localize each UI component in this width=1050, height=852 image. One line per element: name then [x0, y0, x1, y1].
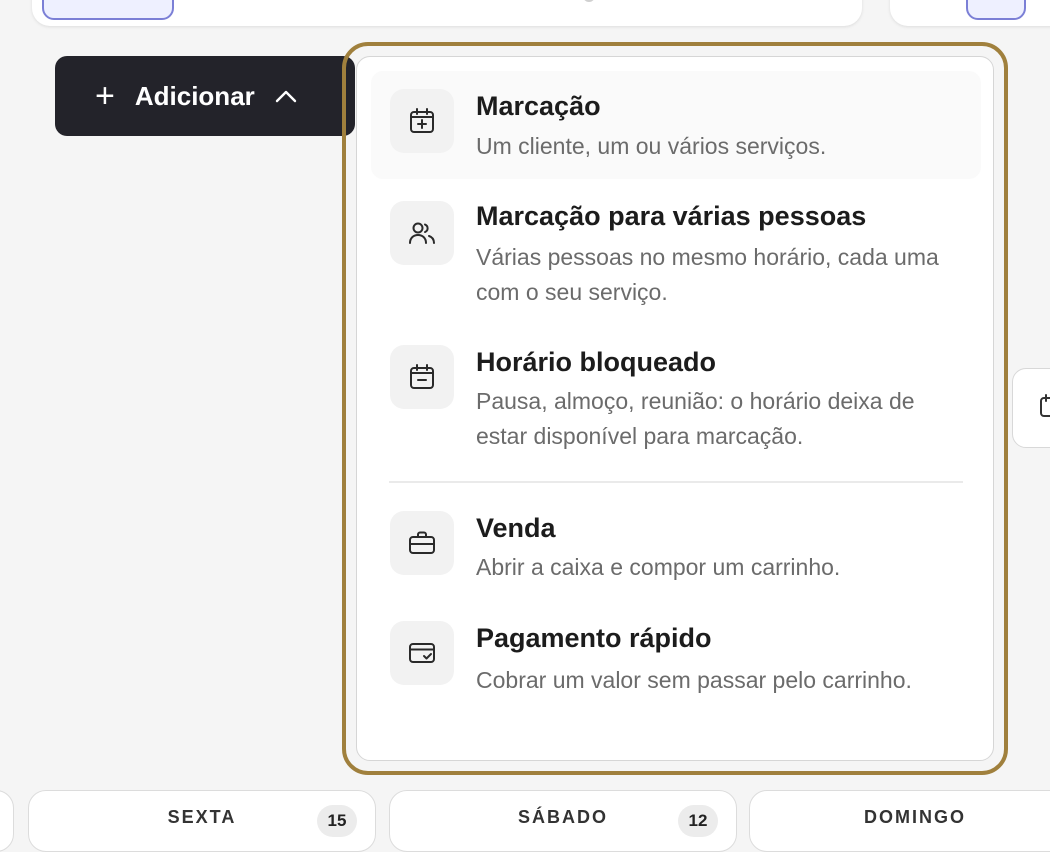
day-card[interactable]: SÁBADO 12: [389, 790, 737, 852]
menu-item-horario-bloqueado[interactable]: Horário bloqueado Pausa, almoço, reunião…: [371, 329, 981, 465]
menu-item-title: Venda: [476, 513, 556, 543]
day-card-count: 15: [317, 805, 357, 837]
plus-icon: +: [95, 77, 115, 115]
day-card-count: 12: [678, 805, 718, 837]
day-card-partial[interactable]: [0, 790, 14, 852]
menu-item-title: Marcação: [476, 91, 601, 121]
calendar-plus-icon: [390, 89, 454, 153]
calendar-icon: [1039, 393, 1050, 424]
day-card[interactable]: SEXTA 15: [28, 790, 376, 852]
day-card[interactable]: DOMINGO: [749, 790, 1050, 852]
menu-item-venda[interactable]: Venda Abrir a caixa e compor um carrinho…: [371, 497, 981, 597]
menu-item-description: Várias pessoas no mesmo horário, cada um…: [476, 244, 939, 305]
menu-item-title: Marcação para várias pessoas: [476, 201, 867, 231]
calendar-minus-icon: [390, 345, 454, 409]
add-button[interactable]: + Adicionar: [55, 56, 355, 136]
top-pill[interactable]: [42, 0, 174, 20]
menu-item-description: Abrir a caixa e compor um carrinho.: [476, 554, 841, 580]
credit-card-check-icon: [390, 621, 454, 685]
menu-item-marcacao[interactable]: Marcação Um cliente, um ou vários serviç…: [371, 71, 981, 179]
menu-item-marcacao-varias[interactable]: Marcação para várias pessoas Várias pess…: [371, 183, 981, 319]
top-pill-right[interactable]: [966, 0, 1026, 20]
menu-item-description: Cobrar um valor sem passar pelo carrinho…: [476, 667, 912, 693]
menu-item-description: Pausa, almoço, reunião: o horário deixa …: [476, 388, 915, 449]
side-card[interactable]: [1012, 368, 1050, 448]
briefcase-icon: [390, 511, 454, 575]
add-button-label: Adicionar: [134, 80, 255, 111]
menu-item-title: Pagamento rápido: [476, 623, 712, 653]
add-menu: Marcação Um cliente, um ou vários serviç…: [356, 56, 994, 761]
users-icon: [390, 201, 454, 265]
menu-item-pagamento-rapido[interactable]: Pagamento rápido Cobrar um valor sem pas…: [371, 609, 981, 739]
menu-item-title: Horário bloqueado: [476, 347, 717, 377]
menu-item-description: Um cliente, um ou vários serviços.: [476, 133, 827, 159]
day-card-label: DOMINGO: [864, 807, 966, 827]
menu-divider: [389, 481, 963, 483]
chevron-up-icon: [275, 89, 297, 103]
